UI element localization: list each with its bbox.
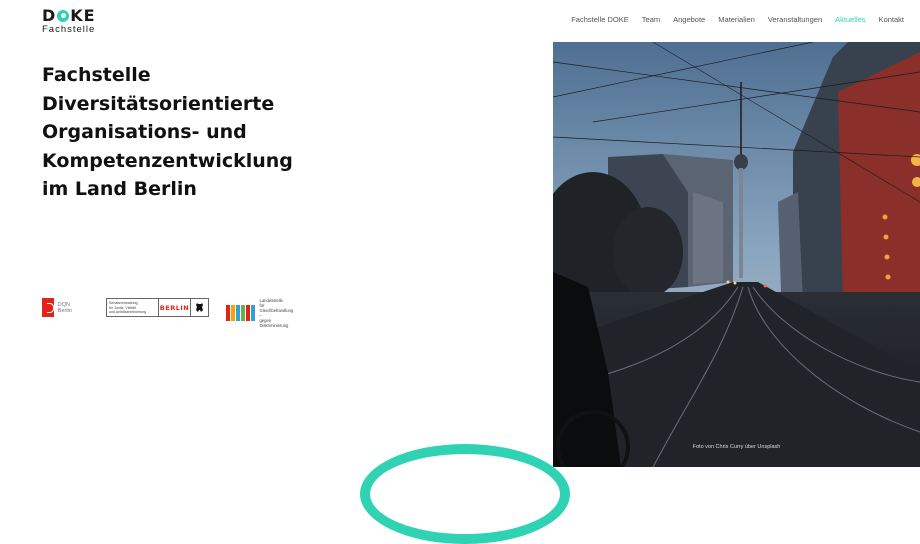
site-logo[interactable]: D KE Fachstelle: [42, 6, 96, 35]
dqn-berlin-logo[interactable]: DQN Berlin: [42, 298, 77, 317]
nav-aktuelles[interactable]: Aktuelles: [835, 15, 865, 24]
berlin-wordmark: BERLIN: [159, 299, 191, 316]
title-line: Fachstelle: [42, 64, 151, 86]
title-line: Kompetenzentwicklung: [42, 149, 293, 172]
senatsverwaltung-logo[interactable]: Senatsverwaltung für Justiz, Vielfalt un…: [106, 298, 209, 317]
nav-angebote[interactable]: Angebote: [673, 15, 705, 24]
nav-fachstelle-doke[interactable]: Fachstelle DOKE: [571, 15, 629, 24]
senat-text: Senatsverwaltung für Justiz, Vielfalt un…: [107, 299, 159, 316]
photo-credit: Foto von Chris Curry über Unsplash: [692, 444, 781, 450]
title-line: Organisations- und: [42, 121, 247, 143]
logo-subtitle: Fachstelle: [42, 24, 96, 35]
lads-text-line: gegen Diskriminierung: [259, 318, 289, 328]
dqn-logo-text: DQN Berlin: [57, 301, 72, 314]
main-navigation: Fachstelle DOKE Team Angebote Materialie…: [571, 15, 904, 24]
nav-team[interactable]: Team: [642, 15, 660, 24]
nav-materialien[interactable]: Materialien: [718, 15, 755, 24]
dqn-logo-icon: [42, 298, 54, 317]
logo-wordmark: D KE: [42, 6, 96, 25]
landesstelle-logo[interactable]: Landesstelle für Gleichbehandlung – gege…: [226, 298, 293, 328]
nav-veranstaltungen[interactable]: Veranstaltungen: [768, 15, 822, 24]
page-title: Fachstelle Diversitätsorientierte Organi…: [42, 61, 342, 204]
title-line: im Land Berlin: [42, 178, 197, 200]
berlin-street-photo: [553, 42, 920, 467]
logo-o-icon: [57, 9, 70, 22]
landesstelle-bars-icon: [226, 305, 255, 321]
lads-text-line: für Gleichbehandlung –: [259, 303, 294, 318]
title-line: Diversitätsorientierte: [42, 92, 275, 115]
nav-kontakt[interactable]: Kontakt: [879, 15, 904, 24]
logo-letters-ke: KE: [70, 6, 96, 25]
hero-photo: Foto von Chris Curry über Unsplash: [553, 42, 920, 467]
logo-letter-d: D: [42, 6, 57, 25]
landesstelle-text: Landesstelle für Gleichbehandlung – gege…: [260, 298, 294, 328]
decorative-arc: [360, 444, 570, 544]
senat-text-line: und Antidiskriminierung: [109, 310, 147, 314]
berlin-bear-icon: [191, 299, 208, 316]
